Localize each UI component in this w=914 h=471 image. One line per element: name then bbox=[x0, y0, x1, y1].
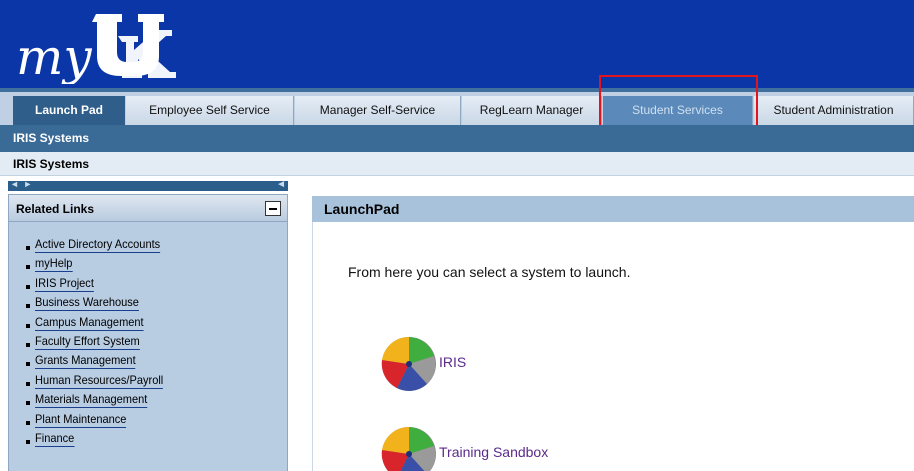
related-links-list: Active Directory Accounts myHelp IRIS Pr… bbox=[25, 237, 174, 450]
link-human-resources-payroll[interactable]: Human Resources/Payroll bbox=[35, 373, 164, 389]
minimize-icon[interactable] bbox=[265, 201, 281, 216]
list-item: Finance bbox=[25, 431, 174, 450]
link-grants-management[interactable]: Grants Management bbox=[35, 353, 136, 370]
tab-reglearn-manager[interactable]: RegLearn Manager bbox=[462, 96, 602, 125]
list-item: Campus Management bbox=[25, 315, 174, 334]
list-item: Active Directory Accounts bbox=[25, 237, 174, 256]
tab-student-administration[interactable]: Student Administration bbox=[754, 96, 914, 125]
panel-nav-arrows-icon[interactable]: ◄ ► bbox=[10, 179, 33, 189]
top-navigation-tabs: Launch Pad Employee Self Service Manager… bbox=[0, 88, 914, 125]
related-links-header: Related Links bbox=[8, 194, 288, 222]
link-materials-management[interactable]: Materials Management bbox=[35, 392, 148, 409]
link-business-warehouse[interactable]: Business Warehouse bbox=[35, 295, 139, 312]
launchpad-header: LaunchPad bbox=[312, 196, 914, 222]
list-item: Human Resources/Payroll bbox=[25, 373, 174, 392]
list-item: Plant Maintenance bbox=[25, 412, 174, 431]
list-item: IRIS Project bbox=[25, 276, 174, 295]
svg-text:my: my bbox=[16, 28, 92, 84]
intro-text: From here you can select a system to lau… bbox=[348, 264, 631, 280]
related-links-panel: Active Directory Accounts myHelp IRIS Pr… bbox=[8, 222, 288, 471]
tab-student-services[interactable]: Student Services bbox=[603, 96, 753, 125]
launchpad-content: From here you can select a system to lau… bbox=[312, 222, 914, 471]
tab-manager-self-service[interactable]: Manager Self-Service bbox=[295, 96, 461, 125]
tab-employee-self-service[interactable]: Employee Self Service bbox=[126, 96, 294, 125]
tab-launch-pad[interactable]: Launch Pad bbox=[13, 96, 125, 125]
link-faculty-effort-system[interactable]: Faculty Effort System bbox=[35, 334, 140, 350]
link-campus-management[interactable]: Campus Management bbox=[35, 315, 144, 331]
related-links-title: Related Links bbox=[16, 202, 95, 216]
page-title: LaunchPad bbox=[324, 201, 400, 217]
link-plant-maintenance[interactable]: Plant Maintenance bbox=[35, 412, 127, 428]
breadcrumb: IRIS Systems bbox=[0, 152, 914, 176]
myuk-logo[interactable]: my bbox=[14, 8, 200, 84]
sap-launch-icon bbox=[381, 336, 436, 391]
list-item: Materials Management bbox=[25, 392, 174, 411]
link-active-directory-accounts[interactable]: Active Directory Accounts bbox=[35, 237, 161, 253]
link-myhelp[interactable]: myHelp bbox=[35, 256, 73, 273]
sub-navigation: IRIS Systems bbox=[0, 125, 914, 152]
breadcrumb-label: IRIS Systems bbox=[13, 157, 90, 171]
system-iris[interactable]: IRIS bbox=[377, 330, 466, 394]
list-item: myHelp bbox=[25, 256, 174, 275]
link-finance[interactable]: Finance bbox=[35, 431, 75, 447]
list-item: Grants Management bbox=[25, 353, 174, 372]
page-header: my bbox=[0, 0, 914, 88]
panel-collapse-icon[interactable]: ◄ bbox=[276, 179, 286, 190]
list-item: Faculty Effort System bbox=[25, 334, 174, 353]
training-sandbox-link[interactable]: Training Sandbox bbox=[439, 444, 548, 460]
iris-link[interactable]: IRIS bbox=[439, 354, 466, 370]
link-iris-project[interactable]: IRIS Project bbox=[35, 276, 94, 292]
subnav-item-iris-systems[interactable]: IRIS Systems bbox=[13, 125, 89, 152]
sap-launch-icon bbox=[381, 426, 436, 471]
list-item: Business Warehouse bbox=[25, 295, 174, 314]
system-training-sandbox[interactable]: Training Sandbox bbox=[377, 420, 548, 471]
panel-toolbar: ◄ ► ◄ bbox=[8, 179, 288, 191]
